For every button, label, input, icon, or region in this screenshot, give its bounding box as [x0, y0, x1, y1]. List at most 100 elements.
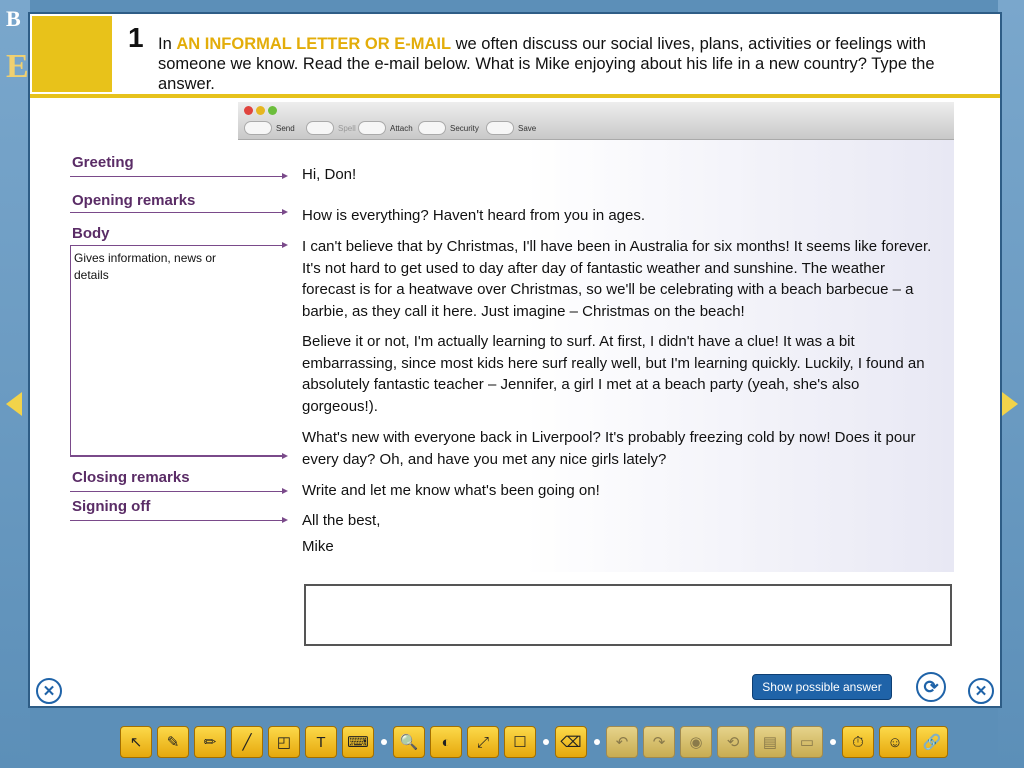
redo-tool-button[interactable]: ↷: [643, 726, 675, 758]
eraser-tool-button[interactable]: ⌫: [555, 726, 587, 758]
email-opening: How is everything? Haven't heard from yo…: [302, 207, 646, 224]
label-opening: Opening remarks: [72, 192, 196, 209]
timer-tool-button[interactable]: ⏱: [842, 726, 874, 758]
window-zoom-dot: [268, 106, 277, 115]
folder-icon: ▭: [799, 734, 815, 751]
email-paragraph-1: I can't believe that by Christmas, I'll …: [302, 238, 932, 320]
text-icon: T: [316, 733, 326, 751]
greeting-line: [70, 176, 284, 177]
body-end-arrow-icon: [282, 453, 288, 459]
toolbar-separator: [830, 739, 836, 745]
mail-toolbar: Send Spell Attach Security Save: [238, 102, 954, 140]
window-minimize-dot: [256, 106, 265, 115]
label-greeting: Greeting: [72, 154, 134, 171]
bottom-toolbar: ↖ ✎ ✏ ╱ ◰ T ⌨ 🔍 ◐ ⤢ ☐ ⌫ ↶ ↷ ◉ ⟲ ▤ ▭ ⏱ ☺ 🔗: [120, 724, 953, 760]
save-label: Save: [518, 123, 537, 133]
magnifier-icon: 🔍: [399, 734, 419, 751]
toolbar-separator: [594, 739, 600, 745]
keyboard-icon: ⌨: [347, 734, 369, 751]
redo-icon: ↷: [652, 734, 666, 751]
exercise-header: 1 In AN INFORMAL LETTER OR E-MAIL we oft…: [30, 14, 1000, 98]
paperclip-icon: [358, 121, 386, 135]
question-number: 1: [128, 22, 144, 53]
reset-exercise-button[interactable]: ⟳: [916, 672, 946, 702]
mail-spell-button[interactable]: Spell: [306, 120, 356, 136]
opening-line: [70, 212, 284, 213]
signing-off-line: [70, 520, 284, 521]
refresh-icon: ⟳: [923, 676, 939, 697]
shapes-tool-button[interactable]: ◰: [268, 726, 300, 758]
email-signature: Mike: [302, 538, 334, 555]
link-tool-button[interactable]: 🔗: [916, 726, 948, 758]
eye-icon: ◉: [689, 734, 703, 751]
highlighter-tool-button[interactable]: ✏: [194, 726, 226, 758]
previous-page-arrow[interactable]: [6, 392, 22, 416]
background-letter-b: B: [6, 6, 21, 31]
reset-tool-button[interactable]: ⟲: [717, 726, 749, 758]
instructions-text-start: In: [158, 35, 177, 53]
mail-send-button[interactable]: Send: [244, 120, 295, 136]
close-left-button[interactable]: ✕: [36, 678, 62, 704]
spotlight-icon: ◐: [441, 733, 451, 751]
fullscreen-icon: ⤢: [476, 733, 489, 751]
body-end-line: [70, 456, 284, 457]
attach-label: Attach: [390, 123, 413, 133]
next-page-arrow[interactable]: [1002, 392, 1018, 416]
pen-tool-button[interactable]: ✎: [157, 726, 189, 758]
close-right-button[interactable]: ✕: [968, 678, 994, 704]
security-label: Security: [450, 123, 479, 133]
link-icon: 🔗: [922, 734, 942, 751]
signing-off-arrow-icon: [282, 517, 288, 523]
email-paragraph-3: What's new with everyone back in Liverpo…: [302, 429, 916, 468]
toolbar-separator: [543, 739, 549, 745]
email-closing: Write and let me know what's been going …: [302, 482, 600, 499]
whiteboard-tool-button[interactable]: ☐: [504, 726, 536, 758]
send-label: Send: [276, 123, 295, 133]
email-signoff: All the best,: [302, 512, 381, 529]
opening-arrow-icon: [282, 209, 288, 215]
email-paragraph-2: Believe it or not, I'm actually learning…: [302, 333, 925, 415]
instructions-highlight: AN INFORMAL LETTER OR E-MAIL: [176, 35, 452, 53]
body-description: Gives information, news or details: [74, 251, 217, 282]
mail-security-button[interactable]: Security: [418, 120, 479, 136]
shapes-icon: ◰: [276, 734, 292, 751]
line-icon: ╱: [242, 734, 252, 751]
show-possible-answer-button[interactable]: Show possible answer: [752, 674, 892, 700]
keyboard-tool-button[interactable]: ⌨: [342, 726, 374, 758]
background-letter-e: E: [6, 48, 29, 85]
instructions: In AN INFORMAL LETTER OR E-MAIL we often…: [158, 34, 988, 94]
mail-save-button[interactable]: Save: [486, 120, 536, 136]
reset-icon: ⟲: [726, 734, 740, 751]
text-tool-button[interactable]: T: [305, 726, 337, 758]
background-left-strip: B E: [0, 0, 30, 768]
toolbar-separator: [381, 739, 387, 745]
close-icon: ✕: [42, 683, 56, 700]
undo-tool-button[interactable]: ↶: [606, 726, 638, 758]
save-icon: ▤: [762, 734, 778, 751]
pointer-tool-button[interactable]: ↖: [120, 726, 152, 758]
greeting-arrow-icon: [282, 173, 288, 179]
magnifier-tool-button[interactable]: 🔍: [393, 726, 425, 758]
save-tool-button[interactable]: ▤: [754, 726, 786, 758]
spell-icon: [306, 121, 334, 135]
closing-arrow-icon: [282, 488, 288, 494]
answer-input[interactable]: [304, 584, 952, 646]
fullscreen-tool-button[interactable]: ⤢: [467, 726, 499, 758]
spell-label: Spell: [338, 123, 356, 133]
send-icon: [244, 121, 272, 135]
email-greeting: Hi, Don!: [302, 166, 357, 183]
label-signing-off: Signing off: [72, 498, 151, 515]
document-icon: [486, 121, 514, 135]
whiteboard-icon: ☐: [513, 734, 527, 751]
users-tool-button[interactable]: ☺: [879, 726, 911, 758]
mail-attach-button[interactable]: Attach: [358, 120, 413, 136]
highlighter-icon: ✏: [203, 734, 217, 751]
eraser-icon: ⌫: [560, 734, 582, 751]
window-close-dot: [244, 106, 253, 115]
users-icon: ☺: [887, 733, 903, 751]
header-color-block: [32, 16, 112, 92]
eye-tool-button[interactable]: ◉: [680, 726, 712, 758]
line-tool-button[interactable]: ╱: [231, 726, 263, 758]
spotlight-tool-button[interactable]: ◐: [430, 726, 462, 758]
folder-tool-button[interactable]: ▭: [791, 726, 823, 758]
